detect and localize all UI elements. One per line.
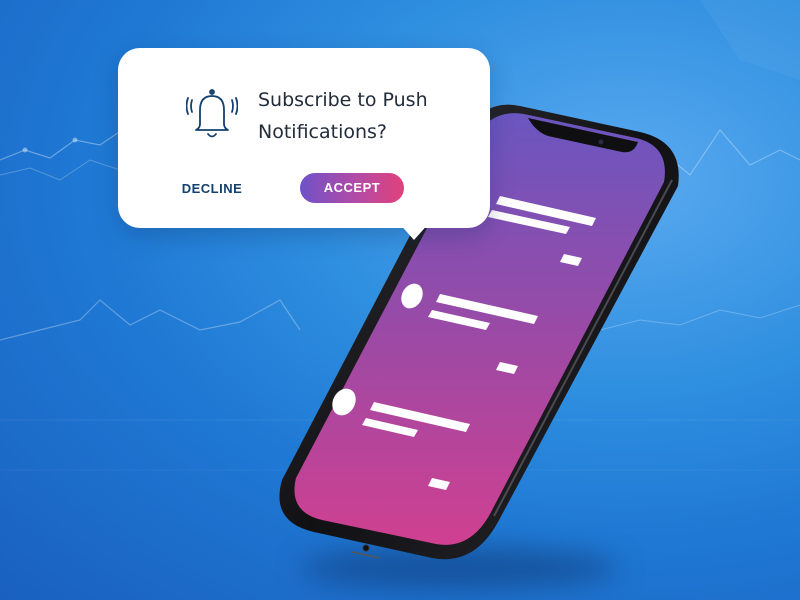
background-scene: Subscribe to Push Notifications? DECLINE… xyxy=(0,0,800,600)
bell-icon xyxy=(186,89,238,138)
accept-button[interactable]: ACCEPT xyxy=(300,173,404,203)
dialog-title: Subscribe to Push Notifications? xyxy=(258,89,428,143)
dialog-pointer xyxy=(398,222,430,240)
decline-button[interactable]: DECLINE xyxy=(176,174,248,204)
